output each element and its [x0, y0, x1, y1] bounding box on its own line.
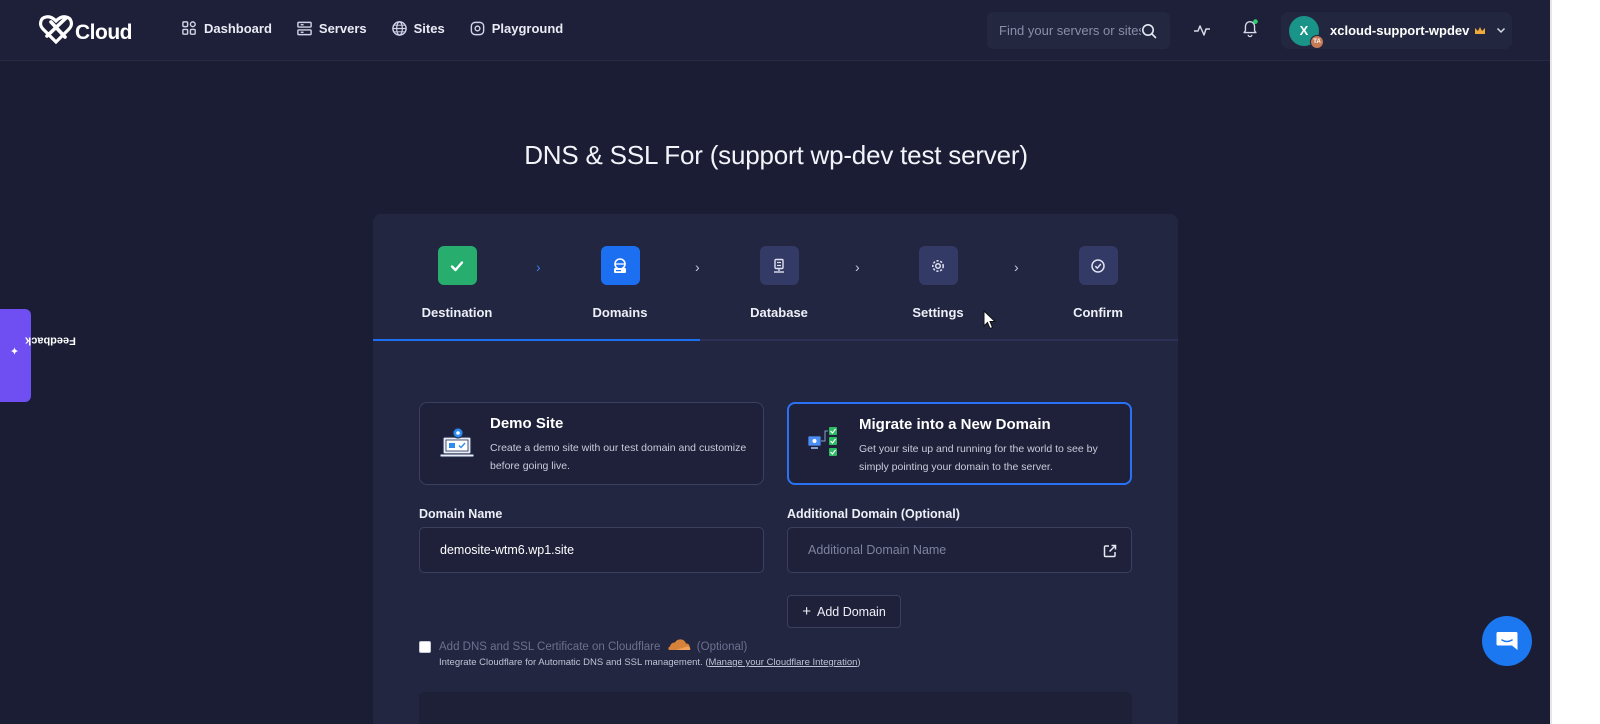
database-icon — [759, 246, 799, 285]
xcloud-logo[interactable]: Cloud — [38, 12, 132, 46]
scrollbar[interactable] — [1550, 0, 1600, 724]
nav-sites-label: Sites — [413, 21, 445, 36]
globe-icon — [391, 21, 407, 36]
mouse-cursor-icon — [983, 310, 997, 330]
search-icon[interactable] — [1141, 23, 1157, 39]
chat-bubble-icon — [1496, 632, 1518, 650]
step-arrow-icon: › — [855, 259, 860, 275]
step-arrow-icon: › — [1014, 259, 1019, 275]
feedback-label: ✦ Feedback — [9, 334, 76, 356]
demo-site-title: Demo Site — [490, 415, 564, 432]
nav-dashboard[interactable]: Dashboard — [181, 20, 272, 37]
feedback-text: Feedback — [25, 334, 76, 347]
cloudflare-title: Add DNS and SSL Certificate on Cloudflar… — [439, 639, 747, 653]
chevron-down-icon[interactable] — [1496, 27, 1506, 34]
demo-site-option[interactable]: Demo Site Create a demo site with our te… — [419, 402, 764, 485]
step-arrow-icon: › — [536, 259, 541, 275]
nav-sites[interactable]: Sites — [391, 20, 445, 37]
xcloud-logo-icon — [39, 15, 73, 45]
demo-site-description: Create a demo site with our test domain … — [490, 442, 747, 472]
step-destination[interactable]: Destination — [397, 246, 517, 320]
user-name: xcloud-support-wpdev — [1330, 23, 1470, 38]
wizard-card: Destination › Domains › Database › Setti… — [373, 214, 1178, 724]
step-destination-label: Destination — [421, 305, 493, 320]
stepper: Destination › Domains › Database › Setti… — [373, 214, 1178, 341]
nav-playground-label: Playground — [491, 21, 564, 36]
gear-icon — [918, 246, 958, 285]
domain-name-field[interactable] — [419, 527, 764, 573]
step-settings-label: Settings — [912, 305, 964, 320]
domain-name-input[interactable] — [440, 543, 720, 557]
chat-button[interactable] — [1482, 616, 1532, 666]
feedback-tab[interactable]: ✦ Feedback — [0, 309, 76, 402]
avatar-initial: X — [1299, 23, 1309, 38]
step-settings[interactable]: Settings — [878, 246, 998, 320]
additional-domain-field[interactable] — [787, 527, 1132, 573]
servers-icon — [297, 21, 312, 36]
additional-domain-label: Additional Domain (Optional) — [787, 507, 960, 521]
search-input[interactable] — [999, 23, 1141, 38]
next-section-panel — [419, 692, 1132, 724]
manage-cloudflare-link[interactable]: Manage your Cloudflare Integration — [708, 657, 857, 668]
step-confirm[interactable]: Confirm — [1038, 246, 1158, 320]
step-confirm-label: Confirm — [1073, 305, 1123, 320]
check-icon — [437, 246, 477, 285]
avatar-sub-badge: TA — [1310, 34, 1324, 49]
step-database-label: Database — [750, 305, 808, 320]
user-menu[interactable]: X TA xcloud-support-wpdev — [1281, 12, 1512, 49]
add-domain-label: Add Domain — [816, 604, 886, 619]
stepper-progress-bar — [373, 339, 700, 341]
nav-dashboard-label: Dashboard — [204, 21, 272, 36]
cloudflare-label: Add DNS and SSL Certificate on Cloudflar… — [439, 641, 661, 653]
domains-icon — [600, 246, 640, 285]
check-circle-icon — [1078, 246, 1118, 285]
migrate-domain-option[interactable]: Migrate into a New Domain Get your site … — [787, 402, 1132, 485]
nav-servers[interactable]: Servers — [296, 20, 367, 37]
migrate-domain-icon — [807, 427, 837, 456]
top-navbar: Cloud Dashboard Servers Sites Playground… — [0, 0, 1550, 61]
additional-domain-input[interactable] — [808, 543, 1088, 557]
cloudflare-sub-text: Integrate Cloudflare for Automatic DNS a… — [439, 657, 709, 668]
cloudflare-description: Integrate Cloudflare for Automatic DNS a… — [439, 657, 861, 668]
external-link-icon[interactable] — [1103, 544, 1117, 558]
domain-name-label: Domain Name — [419, 507, 503, 521]
nav-servers-label: Servers — [318, 21, 367, 36]
logo-text: Cloud — [75, 20, 132, 44]
step-arrow-icon: › — [695, 259, 700, 275]
bell-icon[interactable] — [1240, 18, 1260, 38]
cloudflare-icon — [667, 639, 690, 650]
demo-laptop-icon — [439, 427, 475, 458]
cloudflare-checkbox[interactable] — [419, 641, 431, 653]
step-database[interactable]: Database — [719, 246, 839, 320]
search-box[interactable] — [987, 12, 1170, 49]
step-domains[interactable]: Domains — [560, 246, 680, 320]
playground-icon — [470, 21, 485, 36]
avatar: X TA — [1289, 15, 1324, 49]
dashboard-icon — [182, 21, 196, 35]
step-domains-label: Domains — [592, 305, 648, 320]
crown-icon — [1475, 26, 1486, 34]
migrate-domain-title: Migrate into a New Domain — [859, 416, 1051, 433]
page-title: DNS & SSL For (support wp-dev test serve… — [524, 140, 1028, 170]
migrate-domain-description: Get your site up and running for the wor… — [859, 443, 1098, 473]
plus-icon: + — [802, 603, 811, 620]
cloudflare-sub-end: ) — [857, 657, 861, 668]
nav-playground[interactable]: Playground — [469, 20, 564, 37]
add-domain-button[interactable]: + Add Domain — [787, 595, 901, 628]
scrollbar-track — [1550, 0, 1552, 724]
cloudflare-optional: (Optional) — [696, 641, 748, 653]
activity-icon[interactable] — [1192, 20, 1212, 40]
